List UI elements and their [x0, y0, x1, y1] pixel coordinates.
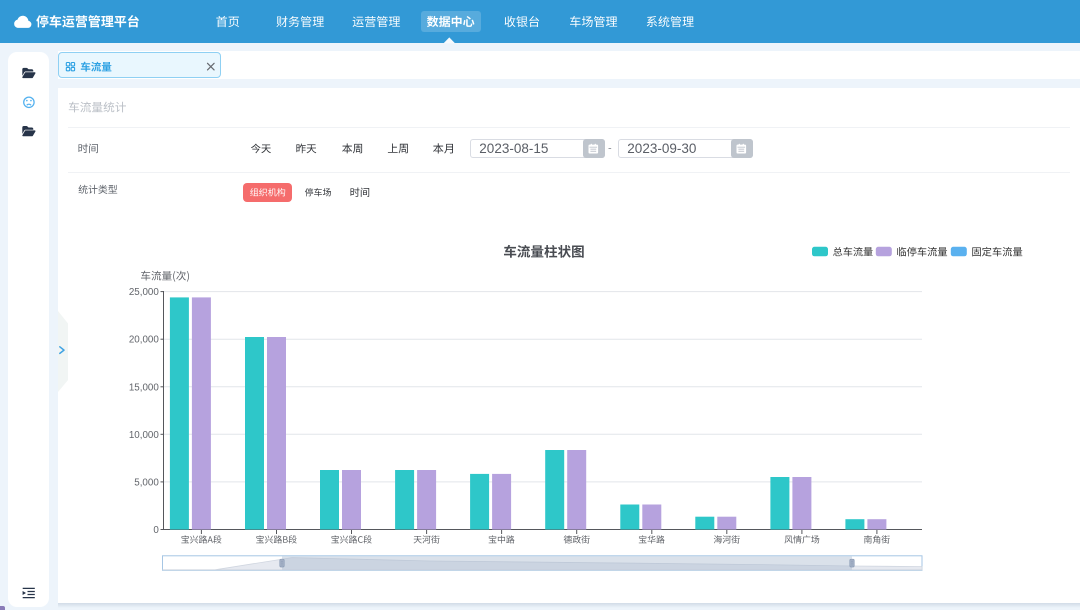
svg-text:2023-08-15: 2023-08-15 [479, 141, 548, 156]
svg-text:25,000: 25,000 [129, 287, 160, 298]
svg-text:2023-09-30: 2023-09-30 [627, 141, 696, 156]
svg-text:10,000: 10,000 [129, 430, 160, 441]
svg-text:5,000: 5,000 [134, 477, 159, 488]
svg-text:-: - [608, 143, 612, 155]
svg-text:0: 0 [153, 525, 159, 536]
svg-text:15,000: 15,000 [129, 382, 160, 393]
svg-text:20,000: 20,000 [129, 335, 160, 346]
